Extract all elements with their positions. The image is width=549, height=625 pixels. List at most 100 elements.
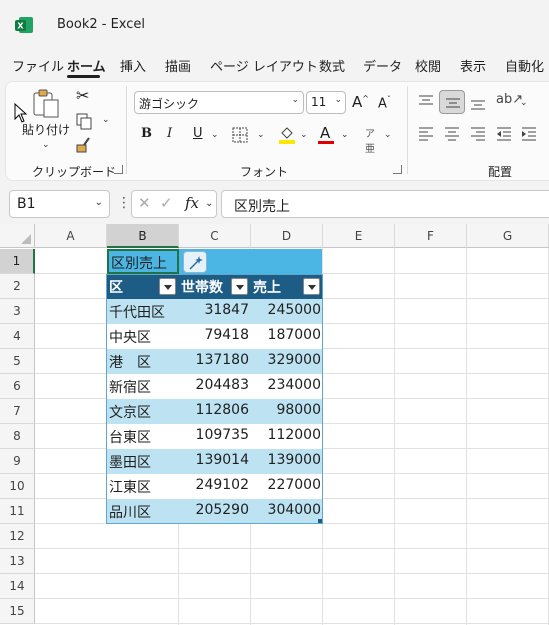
row-header-3[interactable]: 3 [0, 299, 35, 324]
table-cell-sales[interactable]: 227000 [251, 474, 323, 499]
row-header-6[interactable]: 6 [0, 374, 35, 399]
tab-page-layout[interactable]: ページ レイアウト [210, 56, 318, 75]
cancel-icon[interactable]: ✕ [138, 194, 151, 212]
copy-icon[interactable] [75, 112, 93, 130]
increase-font-size-icon[interactable]: A^ [352, 93, 369, 111]
font-color-chevron-icon[interactable]: ⌄ [341, 130, 349, 140]
table-cell-ward[interactable]: 品川区 [107, 499, 179, 524]
paste-dropdown-chevron-icon[interactable]: ⌄ [42, 140, 50, 150]
align-bottom-icon[interactable] [470, 98, 486, 110]
font-color-icon[interactable]: A [320, 124, 330, 142]
table-cell-sales[interactable]: 187000 [251, 324, 323, 349]
table-header-cell[interactable]: 売上 [251, 274, 323, 299]
column-header-d[interactable]: D [251, 224, 323, 248]
table-cell-sales[interactable]: 98000 [251, 399, 323, 424]
decrease-indent-icon[interactable] [496, 127, 512, 141]
table-header-cell[interactable]: 区 [107, 274, 179, 299]
column-header-g[interactable]: G [467, 224, 549, 248]
quick-analysis-button[interactable] [183, 251, 207, 273]
table-cell-sales[interactable]: 304000 [251, 499, 323, 524]
underline-chevron-icon[interactable]: ⌄ [211, 130, 219, 140]
decrease-font-size-icon[interactable]: Aˇ [378, 95, 391, 111]
formula-input[interactable]: 区別売上 [221, 190, 549, 218]
table-cell-sales[interactable]: 234000 [251, 374, 323, 399]
table-cell-ward[interactable]: 文京区 [107, 399, 179, 424]
tab-view[interactable]: 表示 [460, 56, 486, 75]
tab-formulas[interactable]: 数式 [319, 56, 345, 75]
align-middle-button[interactable] [439, 90, 465, 114]
table-cell-households[interactable]: 109735 [179, 424, 251, 449]
copy-dropdown-chevron-icon[interactable]: ⌄ [102, 115, 110, 125]
borders-chevron-icon[interactable]: ⌄ [257, 130, 265, 140]
cut-icon[interactable]: ✂ [76, 86, 89, 105]
tab-automate[interactable]: 自動化 [505, 56, 544, 75]
table-cell-sales[interactable]: 329000 [251, 349, 323, 374]
table-cell-ward[interactable]: 江東区 [107, 474, 179, 499]
table-cell-ward[interactable]: 台東区 [107, 424, 179, 449]
font-name-combo[interactable]: 游ゴシック ⌄ [134, 91, 304, 114]
table-title-cell[interactable]: 区別売上 [107, 249, 179, 274]
table-cell-households[interactable]: 204483 [179, 374, 251, 399]
table-cell-ward[interactable]: 墨田区 [107, 449, 179, 474]
row-header-1[interactable]: 1 [0, 249, 35, 274]
fill-color-chevron-icon[interactable]: ⌄ [300, 130, 308, 140]
row-header-9[interactable]: 9 [0, 449, 35, 474]
table-cell-households[interactable]: 249102 [179, 474, 251, 499]
font-size-combo[interactable]: 11 ⌄ [306, 91, 346, 114]
row-header-12[interactable]: 12 [0, 524, 35, 549]
table-cell-ward[interactable]: 千代田区 [107, 299, 179, 324]
name-box-chevron-icon[interactable]: ⌄ [95, 197, 103, 208]
table-cell-ward[interactable]: 中央区 [107, 324, 179, 349]
row-header-2[interactable]: 2 [0, 274, 35, 299]
column-header-b[interactable]: B [107, 224, 179, 248]
bold-icon[interactable]: B [141, 126, 152, 141]
row-header-5[interactable]: 5 [0, 349, 35, 374]
format-painter-icon[interactable] [74, 136, 92, 154]
paste-icon[interactable] [30, 88, 62, 120]
row-header-7[interactable]: 7 [0, 399, 35, 424]
phonetic-guide-icon[interactable]: ア亜 [365, 125, 375, 155]
row-header-11[interactable]: 11 [0, 499, 35, 524]
table-cell-households[interactable]: 31847 [179, 299, 251, 324]
more-options-icon[interactable]: ⋮ [117, 195, 131, 211]
orientation-chevron-icon[interactable]: ⌄ [520, 98, 528, 108]
table-cell-sales[interactable]: 245000 [251, 299, 323, 324]
table-resize-handle[interactable] [318, 519, 322, 523]
fx-chevron-icon[interactable]: ⌄ [205, 198, 213, 209]
tab-review[interactable]: 校閲 [415, 56, 441, 75]
row-header-4[interactable]: 4 [0, 324, 35, 349]
table-cell-ward[interactable]: 港 区 [107, 349, 179, 374]
column-header-c[interactable]: C [179, 224, 251, 248]
row-header-14[interactable]: 14 [0, 574, 35, 599]
column-header-f[interactable]: F [395, 224, 467, 248]
align-right-icon[interactable] [470, 127, 486, 141]
name-box[interactable]: B1 ⌄ [9, 190, 110, 218]
column-header-a[interactable]: A [35, 224, 107, 248]
increase-indent-icon[interactable] [521, 127, 537, 141]
underline-icon[interactable]: U [193, 126, 203, 141]
table-cell-households[interactable]: 137180 [179, 349, 251, 374]
table-cell-households[interactable]: 139014 [179, 449, 251, 474]
row-header-13[interactable]: 13 [0, 549, 35, 574]
clipboard-dialog-launcher-icon[interactable] [114, 165, 123, 174]
font-dialog-launcher-icon[interactable] [393, 165, 402, 174]
filter-dropdown-icon[interactable] [231, 278, 248, 295]
enter-icon[interactable]: ✓ [160, 194, 173, 212]
table-cell-ward[interactable]: 新宿区 [107, 374, 179, 399]
tab-draw[interactable]: 描画 [165, 56, 191, 75]
paste-label[interactable]: 貼り付け [22, 121, 70, 138]
table-cell-sales[interactable]: 112000 [251, 424, 323, 449]
column-header-e[interactable]: E [323, 224, 395, 248]
tab-data[interactable]: データ [363, 56, 402, 75]
tab-file[interactable]: ファイル [12, 56, 64, 75]
insert-function-icon[interactable]: fx [185, 194, 199, 212]
select-all-corner[interactable] [0, 224, 35, 248]
row-header-15[interactable]: 15 [0, 599, 35, 624]
italic-icon[interactable]: I [167, 126, 172, 141]
align-left-icon[interactable] [418, 127, 434, 141]
table-cell-households[interactable]: 112806 [179, 399, 251, 424]
align-center-icon[interactable] [444, 127, 460, 141]
phonetic-chevron-icon[interactable]: ⌄ [384, 130, 392, 140]
filter-dropdown-icon[interactable] [303, 278, 320, 295]
filter-dropdown-icon[interactable] [159, 278, 176, 295]
